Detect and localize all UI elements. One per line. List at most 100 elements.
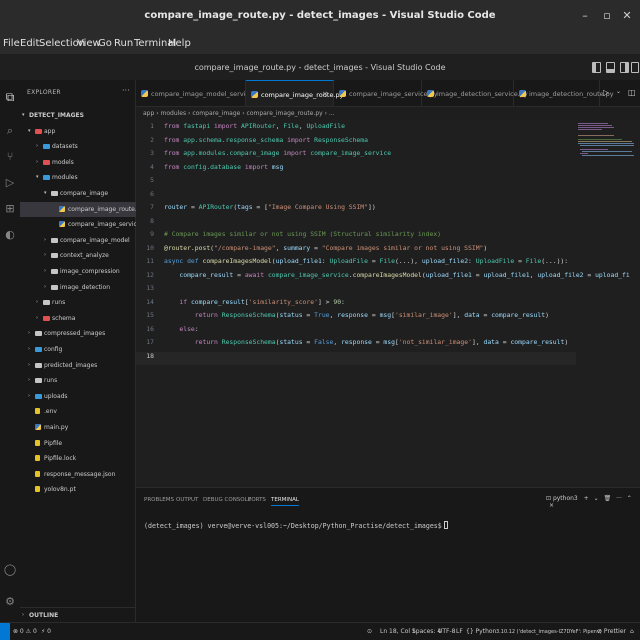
tree-item[interactable]: Pipfile	[20, 436, 136, 452]
chevron-up-icon[interactable]: ⌃	[627, 495, 632, 502]
code-line: 17 return ResponseSchema(status = False,…	[146, 338, 569, 346]
python-file-icon	[35, 423, 41, 430]
run-debug-icon[interactable]: ▷	[3, 176, 17, 190]
tab-debug-console[interactable]: DEBUG CONSOLE	[203, 497, 251, 503]
tree-item[interactable]: › schema	[20, 311, 136, 327]
activity-bar: ⧉ ⌕ ⑂ ▷ ⊞ ◐ ◯ ⚙	[0, 80, 20, 622]
toggle-sidebar-icon[interactable]	[592, 62, 601, 73]
encoding[interactable]: UTF-8	[438, 628, 456, 635]
folder-icon	[43, 144, 50, 150]
remote-indicator[interactable]	[0, 623, 10, 640]
tree-item[interactable]: .env	[20, 404, 136, 420]
chevron-down-icon[interactable]: ⌄	[594, 495, 599, 502]
tab-image-detection-route[interactable]: image_detection_route.py	[514, 80, 614, 106]
account-icon[interactable]: ◯	[3, 563, 17, 577]
notifications-icon[interactable]: ⌂	[630, 628, 634, 635]
search-icon[interactable]: ⌕	[3, 124, 17, 138]
tree-item[interactable]: ▾ app	[20, 124, 136, 140]
tab-image-detection-service[interactable]: image_detection_service.py	[422, 80, 528, 106]
minimize-button[interactable]: –	[578, 9, 592, 22]
outline-section[interactable]: › OUTLINE	[20, 607, 136, 622]
code-line: 14 if compare_result['similarity_score']…	[146, 297, 345, 306]
tree-item[interactable]: › datasets	[20, 139, 136, 155]
problems-status[interactable]: ⊗ 0 ⚠ 0	[13, 628, 37, 635]
terminal-selector[interactable]: ⊡ python3 + ⌄ 🗑 ··· ⌃ ×	[546, 495, 640, 509]
chevron-down-icon: ▾	[36, 174, 39, 181]
tree-item[interactable]: › image_detection	[20, 280, 136, 296]
tab-compare-image-service[interactable]: compare_image_service.py	[334, 80, 438, 106]
tab-terminal[interactable]: TERMINAL	[271, 497, 299, 506]
tree-item[interactable]: › models	[20, 155, 136, 171]
remote-explorer-icon[interactable]: ◐	[3, 228, 17, 242]
python-interpreter[interactable]: 3.10.12 ('detect_images-IZ7DYeF': Pipenv…	[496, 629, 602, 635]
tree-item[interactable]: ▾ modules	[20, 170, 136, 186]
tree-item[interactable]: response_message.json	[20, 467, 136, 483]
tree-item[interactable]: › uploads	[20, 389, 136, 405]
manage-gear-icon[interactable]: ⚙	[3, 595, 17, 609]
terminal-prompt[interactable]: (detect_images) verve@verve-vsl005:~/Des…	[144, 521, 448, 530]
chevron-right-icon: ›	[44, 236, 46, 243]
source-control-icon[interactable]: ⑂	[3, 150, 17, 164]
menu-go[interactable]: Go	[98, 38, 112, 49]
cursor-position[interactable]: Ln 18, Col 1	[380, 628, 416, 635]
breadcrumb[interactable]: app › modules › compare_image › compare_…	[143, 110, 335, 117]
tree-item[interactable]: Pipfile.lock	[20, 451, 136, 467]
toggle-secondary-sidebar-icon[interactable]	[620, 62, 629, 73]
split-editor-icon[interactable]: ◫	[628, 88, 636, 97]
more-actions-icon[interactable]: ···	[616, 495, 622, 502]
tree-item-label: models	[52, 158, 74, 166]
tree-item[interactable]: ▾ compare_image	[20, 186, 136, 202]
code-editor[interactable]: 1 from fastapi import APIRouter, File, Up…	[136, 120, 640, 485]
prettier-status[interactable]: ⊘ Prettier	[597, 628, 626, 635]
tree-item[interactable]: yolov8n.pt	[20, 482, 136, 498]
close-panel-icon[interactable]: ×	[549, 502, 554, 509]
language-mode[interactable]: {} Python	[466, 628, 496, 635]
tab-problems[interactable]: PROBLEMS	[144, 497, 174, 503]
editor-tabs: compare_image_model_service.py compare_i…	[136, 80, 640, 107]
tree-item[interactable]: › image_compression	[20, 264, 136, 280]
explorer-more-icon[interactable]: ···	[122, 86, 130, 95]
indentation[interactable]: Spaces: 4	[412, 628, 441, 635]
tree-item-label: Pipfile	[44, 439, 63, 447]
run-python-file-icon[interactable]: ▷	[603, 88, 609, 97]
tree-item-label: response_message.json	[44, 470, 116, 478]
minimap[interactable]	[576, 120, 634, 180]
tab-compare-image-route[interactable]: compare_image_route.py ×	[246, 80, 343, 106]
python-file-icon	[519, 90, 526, 97]
menu-edit[interactable]: Edit	[20, 38, 39, 49]
tree-item[interactable]: › runs	[20, 295, 136, 311]
tab-ports[interactable]: PORTS	[248, 497, 266, 503]
explorer-icon[interactable]: ⧉	[3, 90, 17, 104]
tree-item[interactable]: compare_image_service.py	[20, 217, 150, 233]
customize-layout-icon[interactable]	[631, 62, 639, 73]
root-folder-label: DETECT_IMAGES	[29, 112, 84, 119]
chevron-down-icon[interactable]: ⌄	[616, 88, 621, 95]
code-line: 5	[150, 176, 154, 184]
tree-item[interactable]: › context_analyze	[20, 248, 136, 264]
bell-icon[interactable]: ⊙	[367, 628, 372, 635]
line-ending[interactable]: LF	[456, 628, 463, 635]
tree-item[interactable]: › compressed_images	[20, 326, 136, 342]
close-button[interactable]: ✕	[620, 9, 634, 22]
tab-compare-image-model-service[interactable]: compare_image_model_service.py	[136, 80, 263, 106]
maximize-button[interactable]: ▫	[600, 9, 614, 22]
menu-run[interactable]: Run	[114, 38, 133, 49]
toggle-panel-icon[interactable]	[606, 62, 615, 73]
ports-status[interactable]: ⚡ 0	[41, 628, 51, 635]
kill-terminal-icon[interactable]: 🗑	[604, 495, 612, 502]
tree-item[interactable]: compare_image_route.py	[20, 201, 144, 218]
tree-item[interactable]: › runs	[20, 373, 136, 389]
menu-file[interactable]: File	[3, 38, 20, 49]
close-tab-icon[interactable]: ×	[322, 90, 328, 98]
tree-item[interactable]: › predicted_images	[20, 358, 136, 374]
extensions-icon[interactable]: ⊞	[3, 202, 17, 216]
vscode-title: compare_image_route.py - detect_images -…	[194, 63, 446, 72]
explorer-root[interactable]: ▾ DETECT_IMAGES	[20, 108, 136, 124]
tree-item[interactable]: › config	[20, 342, 136, 358]
tree-item[interactable]: › compare_image_model	[20, 233, 136, 249]
tree-item[interactable]: main.py	[20, 420, 136, 436]
menu-help[interactable]: Help	[168, 38, 191, 49]
add-terminal-icon[interactable]: +	[584, 495, 589, 502]
file-icon	[35, 439, 40, 446]
tab-output[interactable]: OUTPUT	[176, 497, 198, 503]
